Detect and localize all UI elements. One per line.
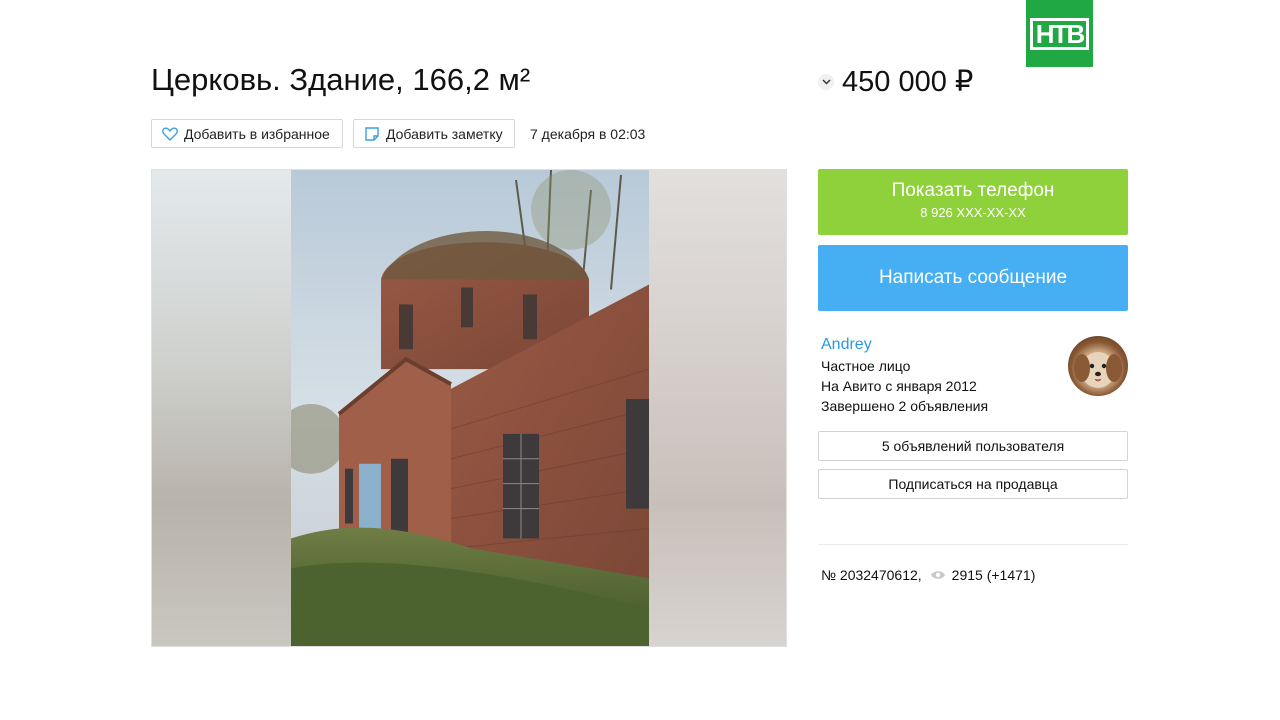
subscribe-seller-button[interactable]: Подписаться на продавца bbox=[818, 469, 1128, 499]
listing-date: 7 декабря в 02:03 bbox=[530, 126, 646, 142]
add-to-favorites-button[interactable]: Добавить в избранное bbox=[151, 119, 343, 148]
ntv-logo: НТВ bbox=[1026, 0, 1093, 67]
user-ads-button[interactable]: 5 объявлений пользователя bbox=[818, 431, 1128, 461]
show-phone-label: Показать телефон bbox=[891, 180, 1055, 201]
listing-number: № 2032470612, bbox=[821, 567, 922, 583]
show-phone-button[interactable]: Показать телефон 8 926 XXX-XX-XX bbox=[818, 169, 1128, 235]
note-icon bbox=[365, 126, 379, 141]
price-block: 450 000 ₽ bbox=[818, 64, 973, 99]
eye-icon bbox=[930, 571, 945, 579]
divider bbox=[818, 544, 1128, 545]
send-message-button[interactable]: Написать сообщение bbox=[818, 245, 1128, 311]
listing-meta: № 2032470612, 2915 (+1471) bbox=[821, 567, 1035, 583]
listing-price: 450 000 ₽ bbox=[842, 66, 974, 98]
add-note-button[interactable]: Добавить заметку bbox=[353, 119, 515, 148]
church-photo[interactable] bbox=[291, 170, 649, 646]
seller-avatar[interactable] bbox=[1068, 336, 1128, 396]
gallery-blur-left bbox=[152, 170, 291, 646]
photo-gallery[interactable] bbox=[151, 169, 787, 647]
chevron-down-icon[interactable] bbox=[818, 73, 834, 90]
dog-avatar-image bbox=[1074, 352, 1122, 388]
heart-icon bbox=[162, 126, 178, 141]
gallery-blur-right bbox=[647, 170, 786, 646]
note-label: Добавить заметку bbox=[386, 125, 503, 142]
seller-name[interactable]: Andrey bbox=[821, 336, 872, 354]
seller-completed: Завершено 2 объявления bbox=[821, 398, 989, 414]
views-count: 2915 (+1471) bbox=[951, 567, 1036, 583]
logo-text: НТВ bbox=[1029, 17, 1090, 50]
favorite-label: Добавить в избранное bbox=[184, 125, 330, 142]
listing-title: Церковь. Здание, 166,2 м² bbox=[151, 62, 531, 97]
phone-number: 8 926 XXX-XX-XX bbox=[920, 205, 1026, 220]
seller-type: Частное лицо bbox=[821, 358, 911, 374]
seller-since: На Авито с января 2012 bbox=[821, 378, 977, 394]
